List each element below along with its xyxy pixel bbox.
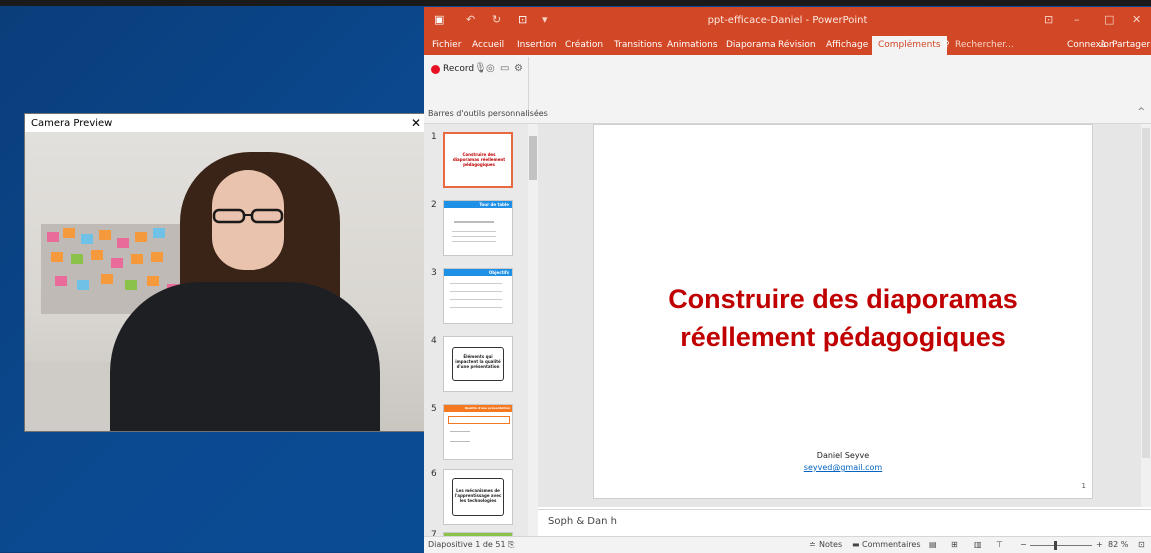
- email-link[interactable]: seyved@gmail.com: [594, 463, 1092, 472]
- record-icon[interactable]: [431, 65, 440, 74]
- slide-title-line-1: Construire des diaporamas: [668, 284, 1018, 314]
- connexion-link[interactable]: Connexion: [1067, 40, 1115, 50]
- slide-thumbnail-4[interactable]: Éléments qui impactent la qualité d'une …: [443, 336, 513, 392]
- ribbon-divider: [528, 57, 529, 117]
- screen-top-edge: [0, 0, 1151, 6]
- thumbnail-number: 5: [431, 404, 437, 414]
- tab-accueil[interactable]: Accueil: [472, 40, 504, 50]
- settings-icon[interactable]: ⚙: [514, 63, 523, 74]
- slide-counter: Diapositive 1 de 51: [428, 540, 506, 549]
- slide-title[interactable]: Construire des diaporamas réellement péd…: [594, 280, 1092, 356]
- tab-animations[interactable]: Animations: [667, 40, 718, 50]
- camera-icon[interactable]: ◎: [486, 63, 495, 74]
- current-slide[interactable]: Construire des diaporamas réellement péd…: [593, 124, 1093, 499]
- thumbnail-number: 2: [431, 200, 437, 210]
- camera-preview-title: Camera Preview: [31, 117, 113, 129]
- share-button[interactable]: Partager: [1112, 40, 1150, 50]
- close-icon[interactable]: ✕: [1132, 13, 1141, 26]
- zoom-slider-handle[interactable]: [1054, 541, 1057, 550]
- close-icon[interactable]: ✕: [411, 116, 421, 130]
- slide-editing-area[interactable]: Construire des diaporamas réellement péd…: [538, 124, 1151, 507]
- thumbnail-title: Qualité d'une présentation: [464, 406, 510, 410]
- thumbnail-number: 1: [431, 132, 437, 142]
- minimize-icon[interactable]: –: [1074, 13, 1080, 26]
- slide-thumbnail-pane[interactable]: 1 Construire des diaporamas réellement p…: [424, 124, 538, 540]
- glasses-icon: [212, 208, 284, 224]
- microphone-icon[interactable]: 🎙: [474, 63, 487, 74]
- thumbnail-number: 3: [431, 268, 437, 278]
- powerpoint-window[interactable]: ▣ ↶ ↻ ⊡ ▾ ppt-efficace-Daniel - PowerPoi…: [424, 7, 1151, 553]
- camera-preview-titlebar[interactable]: Camera Preview ✕: [25, 114, 427, 132]
- thumbnail-scrollbar[interactable]: [528, 124, 538, 536]
- camera-video-feed: [25, 132, 427, 431]
- slide-thumbnail-3[interactable]: Objectifs: [443, 268, 513, 324]
- person-body: [110, 282, 380, 431]
- title-bar[interactable]: ▣ ↶ ↻ ⊡ ▾ ppt-efficace-Daniel - PowerPoi…: [424, 7, 1151, 35]
- tab-revision[interactable]: Révision: [778, 40, 816, 50]
- slide-sorter-icon[interactable]: ⊞: [951, 540, 958, 549]
- window-title: ppt-efficace-Daniel - PowerPoint: [707, 15, 868, 26]
- notes-text[interactable]: Soph & Dan h: [548, 516, 617, 527]
- slideshow-view-icon[interactable]: ⊤: [996, 540, 1003, 549]
- status-bar: Diapositive 1 de 51 ⎘ ≐ Notes ▬ Commenta…: [424, 536, 1151, 553]
- zoom-in-icon[interactable]: +: [1096, 540, 1103, 549]
- comments-button[interactable]: Commentaires: [862, 540, 921, 549]
- tab-insertion[interactable]: Insertion: [517, 40, 557, 50]
- slide-author: Daniel Seyve: [816, 451, 870, 460]
- camera-preview-window[interactable]: Camera Preview ✕: [24, 113, 428, 432]
- ribbon-group-label: Barres d'outils personnalisées: [428, 109, 548, 118]
- notes-button[interactable]: Notes: [819, 540, 842, 549]
- tab-complements[interactable]: Compléments: [872, 36, 947, 55]
- slide-thumbnail-1[interactable]: Construire des diaporamas réellement péd…: [443, 132, 513, 188]
- notes-pane[interactable]: Soph & Dan h: [538, 509, 1151, 537]
- slide-scrollbar[interactable]: [1141, 124, 1151, 507]
- lightbulb-icon: ♀: [943, 40, 950, 50]
- screen-icon[interactable]: ▭: [500, 63, 509, 74]
- slide-title-line-2: réellement pédagogiques: [680, 322, 1006, 352]
- slide-number: 1: [1081, 482, 1086, 490]
- reading-view-icon[interactable]: ▥: [974, 540, 982, 549]
- slide-thumbnail-5[interactable]: Qualité d'une présentation: [443, 404, 513, 460]
- fit-slide-icon[interactable]: ⊡: [1138, 540, 1145, 549]
- share-icon[interactable]: ♙: [1099, 40, 1107, 50]
- spellcheck-icon[interactable]: ⎘: [508, 540, 514, 550]
- thumbnail-number: 4: [431, 336, 437, 346]
- ribbon-tabs: Fichier Accueil Insertion Création Trans…: [424, 35, 1151, 55]
- record-button[interactable]: Record: [443, 64, 474, 74]
- collapse-ribbon-icon[interactable]: ^: [1137, 107, 1145, 117]
- normal-view-icon[interactable]: ▤: [929, 540, 937, 549]
- ribbon: Record 🎙 ◎ ▭ ⚙ Barres d'outils personnal…: [424, 55, 1151, 124]
- zoom-out-icon[interactable]: −: [1020, 540, 1027, 549]
- tab-diaporama[interactable]: Diaporama: [726, 40, 776, 50]
- zoom-level[interactable]: 82 %: [1108, 540, 1128, 549]
- thumbnail-title: Tour de table: [479, 202, 509, 207]
- tab-transitions[interactable]: Transitions: [614, 40, 662, 50]
- scrollbar-thumb[interactable]: [529, 136, 537, 180]
- ribbon-display-icon[interactable]: ⊡: [1044, 13, 1053, 26]
- thumbnail-title: Objectifs: [488, 270, 509, 275]
- thumbnail-title: Construire des diaporamas réellement péd…: [452, 152, 506, 167]
- zoom-slider[interactable]: [1030, 545, 1092, 546]
- comments-icon[interactable]: ▬: [852, 540, 860, 549]
- thumbnail-title: Éléments qui impactent la qualité d'une …: [452, 347, 504, 381]
- tab-affichage[interactable]: Affichage: [826, 40, 868, 50]
- notes-icon[interactable]: ≐: [809, 540, 816, 549]
- slide-thumbnail-6[interactable]: Les mécanismes de l'apprentissage avec l…: [443, 469, 513, 525]
- search-box[interactable]: Rechercher...: [955, 40, 1014, 50]
- tab-fichier[interactable]: Fichier: [432, 40, 461, 50]
- slide-thumbnail-2[interactable]: Tour de table: [443, 200, 513, 256]
- tab-creation[interactable]: Création: [565, 40, 603, 50]
- maximize-icon[interactable]: □: [1104, 13, 1114, 26]
- thumbnail-number: 6: [431, 469, 437, 479]
- thumbnail-title: Les mécanismes de l'apprentissage avec l…: [452, 478, 504, 516]
- scrollbar-thumb[interactable]: [1142, 128, 1150, 458]
